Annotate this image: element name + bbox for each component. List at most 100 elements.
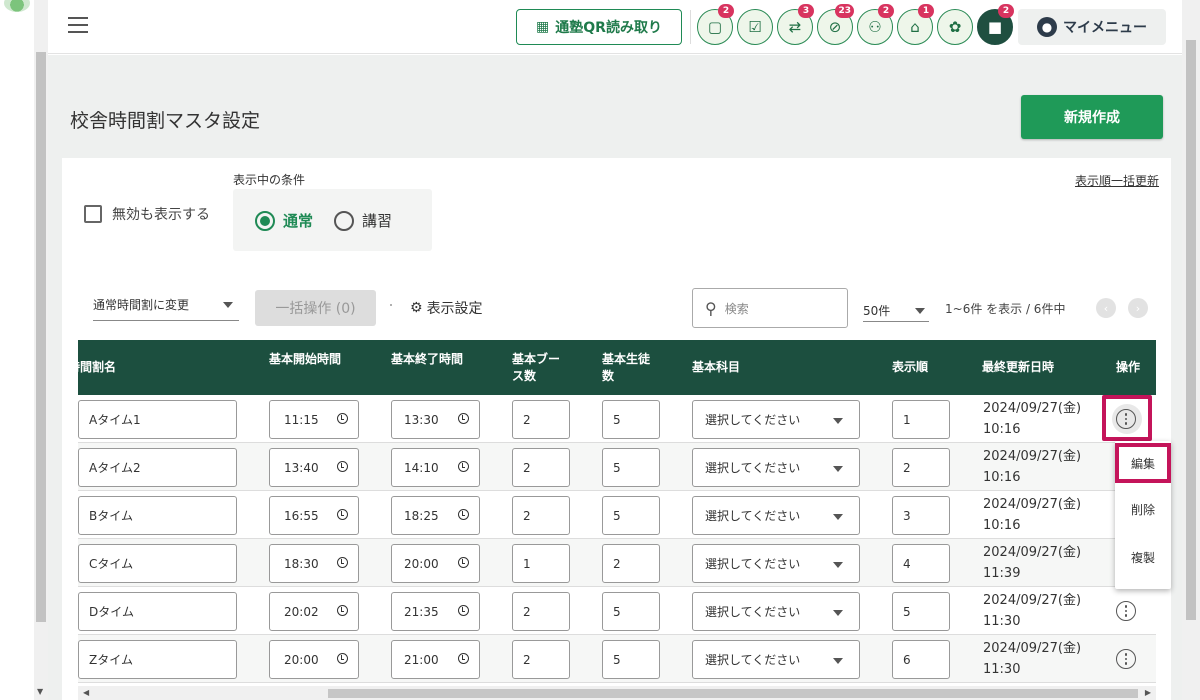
updated-at: 2024/09/27(金) 10:16: [983, 398, 1081, 440]
booths-field[interactable]: 1: [512, 544, 570, 583]
booths-field[interactable]: 2: [512, 448, 570, 487]
start-time-value: 13:40: [284, 460, 319, 475]
page-scrollbar-thumb[interactable]: [1186, 40, 1196, 620]
message-icon[interactable]: ■ 2: [977, 4, 1014, 45]
menu-item-delete[interactable]: 削除: [1115, 489, 1171, 529]
checklist-icon[interactable]: ☑: [737, 9, 773, 45]
change-type-select[interactable]: 通常時間割に変更: [93, 288, 239, 321]
gift-icon[interactable]: ✿: [937, 9, 973, 45]
qr-code-icon: ▦: [536, 19, 550, 35]
subject-select[interactable]: 選択してください: [692, 640, 860, 679]
hamburger-menu-icon[interactable]: [68, 17, 88, 33]
name-field[interactable]: Dタイム: [78, 592, 237, 631]
order-field[interactable]: 1: [892, 400, 950, 439]
end-time-value: 18:25: [404, 508, 439, 523]
page-scrollbar[interactable]: [1182, 0, 1200, 700]
order-field[interactable]: 2: [892, 448, 950, 487]
end-time-field[interactable]: 21:35: [391, 592, 480, 631]
top-header: ▦ 通塾QR読み取り ▢ 2 ☑ ⇄ 3 ⊘ 23 ⚇ 2 ⌂ 1 ✿ ■ 2 ● マイメニ…: [48, 0, 1182, 54]
table-row: Aタイム1 11:15 13:30 2 5 選択してください 1 2024/09…: [78, 395, 1156, 443]
start-time-field[interactable]: 18:30: [269, 544, 359, 583]
subject-select[interactable]: 選択してください: [692, 448, 860, 487]
updated-at: 2024/09/27(金) 10:16: [983, 446, 1081, 488]
start-time-field[interactable]: 13:40: [269, 448, 359, 487]
students-field[interactable]: 5: [602, 400, 660, 439]
radio-normal[interactable]: 通常: [255, 210, 313, 231]
bulk-order-update-link[interactable]: 表示順一括更新: [1075, 172, 1159, 189]
per-page-select[interactable]: 50件: [863, 298, 929, 322]
name-field[interactable]: Cタイム: [78, 544, 237, 583]
horizontal-scrollbar-thumb[interactable]: [328, 689, 1138, 698]
chevron-down-icon: [833, 658, 843, 664]
school-building-icon[interactable]: ⌂ 1: [897, 4, 934, 45]
create-new-button[interactable]: 新規作成: [1021, 95, 1163, 139]
show-invalid-checkbox[interactable]: [84, 205, 102, 223]
left-scrollbar-thumb[interactable]: [36, 52, 46, 622]
students-field[interactable]: 5: [602, 592, 660, 631]
qr-read-button[interactable]: ▦ 通塾QR読み取り: [516, 9, 682, 45]
start-time-field[interactable]: 11:15: [269, 400, 359, 439]
menu-item-edit[interactable]: 編集: [1115, 443, 1171, 483]
message-glyph: ■: [987, 18, 1003, 36]
school-building-glyph: ⌂: [910, 18, 920, 36]
per-page-value: 50件: [863, 304, 891, 318]
order-field[interactable]: 4: [892, 544, 950, 583]
clock-icon: [337, 605, 348, 616]
students-field[interactable]: 5: [602, 640, 660, 679]
table-horizontal-scrollbar[interactable]: ◀ ▶: [78, 686, 1156, 700]
order-field[interactable]: 3: [892, 496, 950, 535]
booths-field[interactable]: 2: [512, 640, 570, 679]
booths-field[interactable]: 2: [512, 496, 570, 535]
next-page-icon[interactable]: ›: [1128, 298, 1148, 318]
students-field[interactable]: 5: [602, 448, 660, 487]
transfer-arrows-icon[interactable]: ⇄ 3: [777, 4, 814, 45]
group-icon[interactable]: ⚇ 2: [857, 4, 894, 45]
order-field[interactable]: 6: [892, 640, 950, 679]
name-field[interactable]: Aタイム2: [78, 448, 237, 487]
start-time-field[interactable]: 16:55: [269, 496, 359, 535]
students-field[interactable]: 5: [602, 496, 660, 535]
notification-badge: 2: [878, 4, 894, 18]
kebab-menu-icon[interactable]: [1116, 409, 1136, 429]
subject-value: 選択してください: [705, 653, 801, 667]
end-time-field[interactable]: 21:00: [391, 640, 480, 679]
chat-bubble-icon[interactable]: ▢ 2: [697, 4, 734, 45]
kebab-menu-icon[interactable]: [1116, 649, 1136, 669]
show-invalid-checkbox-row[interactable]: 無効も表示する: [84, 204, 210, 224]
left-scrollbar[interactable]: ▼: [34, 0, 48, 700]
subject-select[interactable]: 選択してください: [692, 592, 860, 631]
booths-field[interactable]: 2: [512, 592, 570, 631]
name-field[interactable]: Aタイム1: [78, 400, 237, 439]
subject-select[interactable]: 選択してください: [692, 496, 860, 535]
condition-radio-group: 通常 講習: [233, 189, 432, 251]
scroll-down-arrow-icon[interactable]: ▼: [37, 687, 43, 696]
scroll-left-arrow-icon[interactable]: ◀: [83, 688, 89, 697]
no-attendance-icon[interactable]: ⊘ 23: [817, 4, 854, 45]
subject-select[interactable]: 選択してください: [692, 544, 860, 583]
subject-select[interactable]: 選択してください: [692, 400, 860, 439]
booths-field[interactable]: 2: [512, 400, 570, 439]
radio-normal-label: 通常: [283, 212, 314, 230]
bulk-operation-button[interactable]: 一括操作 (0): [255, 290, 376, 326]
end-time-field[interactable]: 18:25: [391, 496, 480, 535]
name-field[interactable]: Bタイム: [78, 496, 237, 535]
prev-page-icon[interactable]: ‹: [1096, 298, 1116, 318]
end-time-field[interactable]: 20:00: [391, 544, 480, 583]
display-settings-button[interactable]: ⚙ 表示設定: [410, 298, 483, 318]
scroll-right-arrow-icon[interactable]: ▶: [1145, 688, 1151, 697]
name-field[interactable]: Zタイム: [78, 640, 237, 679]
students-field[interactable]: 2: [602, 544, 660, 583]
order-field[interactable]: 5: [892, 592, 950, 631]
radio-course[interactable]: 講習: [334, 210, 392, 231]
my-menu-button[interactable]: ● マイメニュー: [1018, 9, 1166, 45]
menu-item-duplicate[interactable]: 複製: [1115, 537, 1171, 577]
end-time-field[interactable]: 13:30: [391, 400, 480, 439]
search-input[interactable]: ⚲ 検索: [692, 288, 848, 328]
kebab-menu-icon[interactable]: [1116, 601, 1136, 621]
left-gutter: [0, 0, 34, 700]
start-time-value: 18:30: [284, 556, 319, 571]
table-row: Dタイム 20:02 21:35 2 5 選択してください 5 2024/09/…: [78, 587, 1156, 635]
start-time-field[interactable]: 20:02: [269, 592, 359, 631]
start-time-field[interactable]: 20:00: [269, 640, 359, 679]
end-time-field[interactable]: 14:10: [391, 448, 480, 487]
